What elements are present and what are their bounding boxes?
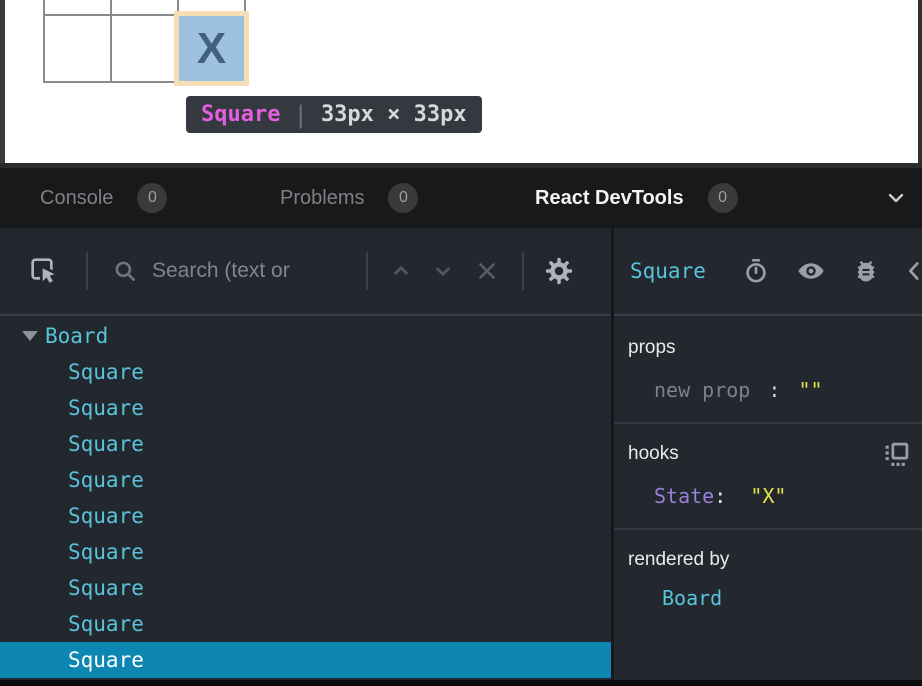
suspend-stopwatch-icon[interactable] [742,257,770,285]
tree-item-label: Square [68,648,144,672]
board-square[interactable] [45,16,110,81]
tree-item-label: Square [68,432,144,456]
selected-component-name: Square [630,259,706,283]
inspect-element-icon[interactable] [28,255,60,287]
toolbar-divider [366,252,368,290]
props-section: props new prop : "" [614,318,922,424]
tooltip-dimensions: 33px × 33px [321,102,467,127]
board-square-highlighted[interactable]: X [179,16,244,81]
react-devtools-toolbar: Search (text or [0,228,922,316]
rendered-by-title: rendered by [628,549,729,571]
toolbar-divider [522,252,524,290]
board-square[interactable] [179,0,244,14]
window-left-edge [0,0,5,163]
settings-gear-icon[interactable] [544,256,574,286]
tree-item-label: Square [68,576,144,600]
log-to-console-bug-icon[interactable] [852,257,880,285]
toolbar-inspector-side: Square [614,228,922,314]
window-bottom-edge [0,680,922,686]
view-source-code-icon[interactable] [906,256,922,286]
new-prop-input[interactable]: new prop [654,378,750,402]
tree-item-label: Square [68,468,144,492]
rendered-by-board-link[interactable]: Board [662,586,722,610]
tab-problems-label: Problems [280,187,364,210]
tree-item-square[interactable]: Square [0,390,611,426]
tab-react-devtools-label: React DevTools [535,187,684,210]
search-input[interactable]: Search (text or [152,259,358,283]
hook-state-label: State [654,484,714,508]
tree-item-square[interactable]: Square [0,462,611,498]
tooltip-separator: | [293,101,307,129]
tree-item-square[interactable]: Square [0,642,611,678]
search-clear-icon[interactable] [474,258,500,284]
window-right-edge [918,0,922,163]
new-prop-separator: : [768,378,780,402]
tooltip-component-name: Square [201,102,280,127]
inspect-dom-eye-icon[interactable] [796,256,826,286]
tab-console-label: Console [40,187,113,210]
tree-item-label: Square [68,360,144,384]
hook-state-separator: : [714,484,726,508]
search-prev-icon[interactable] [388,258,414,284]
new-prop-value-input[interactable]: "" [798,378,822,402]
tree-item-label: Square [68,396,144,420]
drawer-tab-bar: Console 0 Problems 0 React DevTools 0 [0,163,922,228]
inspected-page: X Square | 33px × 33px [0,0,922,163]
hooks-title: hooks [628,443,679,465]
expander-triangle-icon[interactable] [22,331,38,341]
tree-item-board[interactable]: Board [0,318,611,354]
tictactoe-board: X [43,0,246,83]
tab-react-devtools[interactable]: React DevTools 0 [535,168,738,228]
tab-console-badge: 0 [137,183,167,213]
component-tree-children: Square Square Square Square Square Squar… [0,354,611,678]
tree-item-square[interactable]: Square [0,606,611,642]
devtools-window: X Square | 33px × 33px Console 0 Problem… [0,0,922,686]
rendered-by-section: rendered by Board [614,530,922,630]
tree-item-square[interactable]: Square [0,570,611,606]
inspector-panel: props new prop : "" hooks [614,318,922,680]
toolbar-tree-side: Search (text or [0,228,611,314]
tree-item-label: Square [68,612,144,636]
tab-react-devtools-badge: 0 [708,183,738,213]
tree-item-label: Square [68,504,144,528]
panel-divider[interactable] [611,228,614,680]
hooks-section: hooks Sta [614,424,922,530]
search-icon [112,258,138,284]
tree-item-square[interactable]: Square [0,498,611,534]
element-inspect-tooltip: Square | 33px × 33px [186,96,482,133]
tree-item-square[interactable]: Square [0,426,611,462]
tab-console[interactable]: Console 0 [40,168,167,228]
tab-problems[interactable]: Problems 0 [280,168,418,228]
tree-item-label: Board [45,324,108,348]
search-next-icon[interactable] [430,258,456,284]
hook-state-value[interactable]: "X" [750,484,786,508]
tab-problems-badge: 0 [388,183,418,213]
parse-hook-names-icon[interactable] [883,441,910,468]
toolbar-divider [86,252,88,290]
tree-item-square[interactable]: Square [0,354,611,390]
tree-item-label: Square [68,540,144,564]
props-title: props [628,337,676,359]
board-square[interactable] [45,0,110,14]
board-square[interactable] [112,16,177,81]
chevron-down-icon[interactable] [884,168,908,228]
board-square[interactable] [112,0,177,14]
tree-item-square[interactable]: Square [0,534,611,570]
component-tree: Board Square Square Square Square Square… [0,318,611,680]
